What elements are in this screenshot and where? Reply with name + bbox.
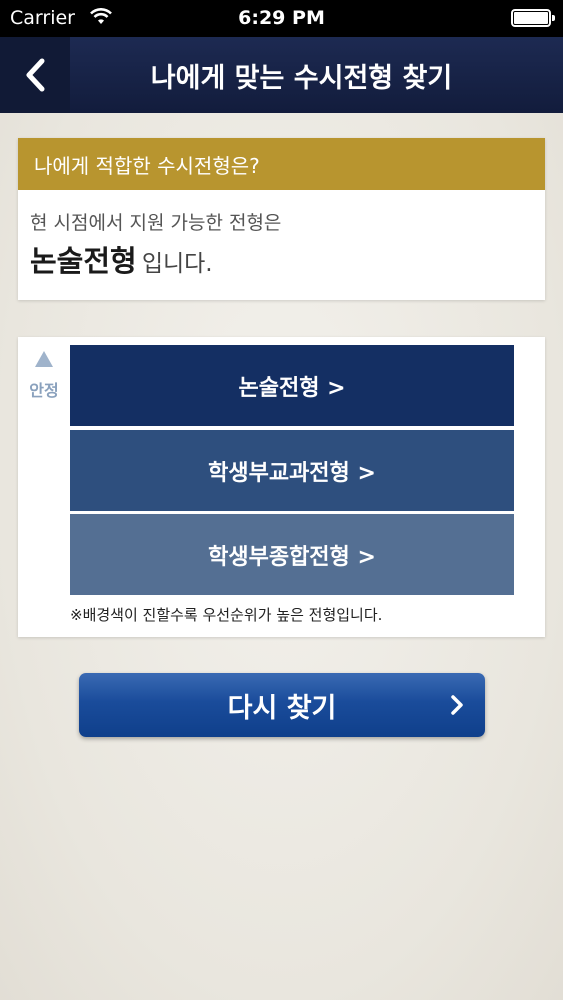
status-time: 6:29 PM: [238, 7, 325, 29]
nav-bar: 나에게 맞는 수시전형 찾기: [0, 37, 563, 113]
result-card-header: 나에게 적합한 수시전형은?: [18, 138, 545, 190]
result-line: 논술전형 입니다.: [30, 238, 213, 280]
option-school-record-subject-button[interactable]: 학생부교과전형 >: [70, 430, 514, 511]
stable-label: 안정: [29, 381, 59, 400]
up-arrow-icon: [35, 351, 53, 367]
result-subtitle: 현 시점에서 지원 가능한 전형은: [30, 212, 282, 234]
status-bar: Carrier 6:29 PM: [0, 0, 563, 37]
result-card: 나에게 적합한 수시전형은? 현 시점에서 지원 가능한 전형은 논술전형 입니…: [18, 138, 545, 300]
retry-button-label: 다시 찾기: [227, 692, 337, 724]
chevron-left-icon: [26, 58, 45, 92]
back-button[interactable]: [0, 37, 70, 113]
retry-button[interactable]: 다시 찾기: [79, 673, 485, 737]
page-title: 나에게 맞는 수시전형 찾기: [150, 62, 453, 94]
option-essay-button[interactable]: 논술전형 >: [70, 345, 514, 426]
option-school-record-comprehensive-button[interactable]: 학생부종합전형 >: [70, 514, 514, 595]
chevron-right-icon: [451, 695, 463, 715]
priority-note: ※배경색이 진할수록 우선순위가 높은 전형입니다.: [70, 606, 383, 624]
battery-icon: [511, 9, 555, 27]
result-suffix: 입니다.: [141, 251, 213, 277]
options-card: 안정 논술전형 > 학생부교과전형 > 학생부종합전형 > ※배경색이 진할수록…: [18, 337, 545, 637]
result-type: 논술전형: [30, 244, 137, 278]
